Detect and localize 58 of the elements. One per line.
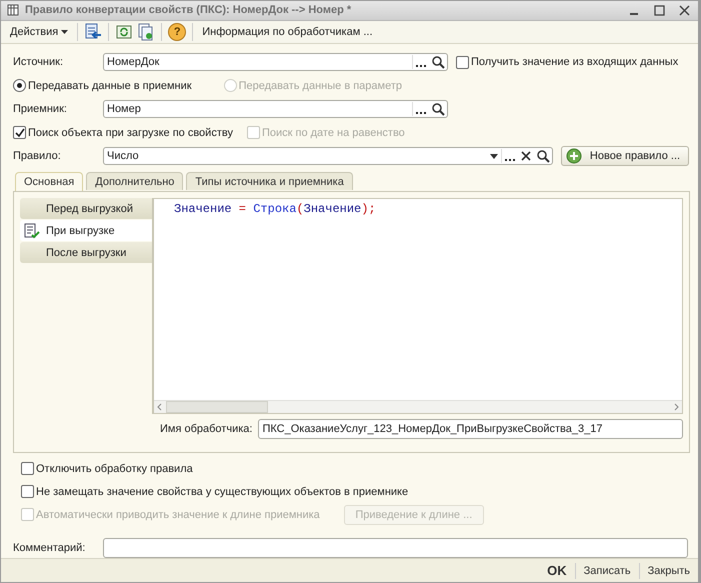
search-icon[interactable] [431, 102, 445, 116]
checkbox[interactable] [456, 56, 469, 69]
code-editor[interactable]: Значение = Строка(Значение); [153, 198, 683, 414]
source-field[interactable]: НомерДок [103, 53, 448, 72]
handler-item[interactable]: Перед выгрузкой [20, 198, 152, 220]
handlers-info-button[interactable]: Информация по обработчикам ... [199, 26, 376, 38]
handler-name-field[interactable]: ПКС_ОказаниеУслуг_123_НомерДок_ПриВыгрузкеСвойства_3_17 [258, 419, 683, 440]
checkbox-label: Не замещать значение свойства у существующих объектов в приемнике [36, 486, 408, 498]
tab[interactable]: Типы источника и приемника [186, 172, 353, 190]
footer-button[interactable]: Записать [582, 564, 633, 577]
radio-label: Передавать данные в приемник [28, 80, 192, 92]
window-title: Правило конвертации свойств (ПКС): НомерДок --> Номер * [25, 4, 352, 16]
ellipsis-icon[interactable] [501, 149, 518, 164]
rule-field[interactable]: Число [103, 147, 553, 166]
field-label: Правило: [13, 150, 62, 162]
add-icon [566, 148, 582, 164]
search-icon[interactable] [536, 149, 550, 164]
ellipsis-icon[interactable] [412, 102, 429, 116]
comment-field[interactable] [103, 538, 688, 558]
field-label: Приемник: [13, 103, 68, 116]
checkbox-label: Поиск объекта при загрузке по свойству [28, 126, 233, 139]
search-icon[interactable] [431, 55, 445, 70]
footer-button[interactable]: OK [545, 563, 569, 578]
receiver-field[interactable]: Номер [103, 100, 448, 118]
table-icon [7, 4, 19, 16]
scroll-right-icon[interactable] [672, 403, 680, 412]
scroll-left-icon[interactable] [156, 403, 164, 412]
checkbox-label: Отключить обработку правила [36, 462, 193, 475]
checkbox[interactable] [21, 485, 34, 498]
radio-button[interactable] [13, 79, 26, 92]
actions-menu[interactable]: Действия [7, 26, 72, 38]
clear-icon[interactable] [520, 149, 532, 164]
refresh-icon[interactable] [115, 23, 134, 42]
ellipsis-icon[interactable] [412, 55, 429, 70]
tab[interactable]: Основная [15, 172, 84, 192]
caret-icon [61, 30, 68, 36]
horizontal-scrollbar[interactable] [154, 400, 682, 414]
checkbox[interactable] [21, 462, 34, 476]
footer-button[interactable]: Закрыть [646, 564, 692, 577]
checkbox-label: Автоматически приводить значение к длине приемника [36, 508, 320, 521]
field-label: Источник: [13, 56, 64, 68]
field-label: Комментарий: [13, 542, 86, 554]
help-button[interactable]: ? [168, 23, 186, 42]
code-line: Значение = Строка(Значение); [173, 201, 377, 218]
checkbox-label: Поиск по дате на равенство [262, 126, 405, 139]
handler-item[interactable]: При выгрузке [20, 220, 152, 242]
document-check-icon [24, 222, 40, 239]
tab[interactable]: Дополнительно [86, 172, 184, 190]
checkbox[interactable] [13, 126, 26, 140]
copy-icon[interactable] [137, 23, 156, 42]
maximize-icon[interactable] [654, 4, 665, 16]
import-icon[interactable] [84, 23, 102, 42]
checkbox-label: Получить значение из входящих данных [471, 56, 678, 68]
close-icon[interactable] [679, 4, 690, 16]
radio-label: Передавать данные в параметр [238, 80, 402, 92]
new-rule-button[interactable]: Новое правило ... [561, 146, 689, 166]
handler-item[interactable]: После выгрузки [20, 242, 152, 264]
field-label: Имя обработчика: [160, 423, 252, 436]
